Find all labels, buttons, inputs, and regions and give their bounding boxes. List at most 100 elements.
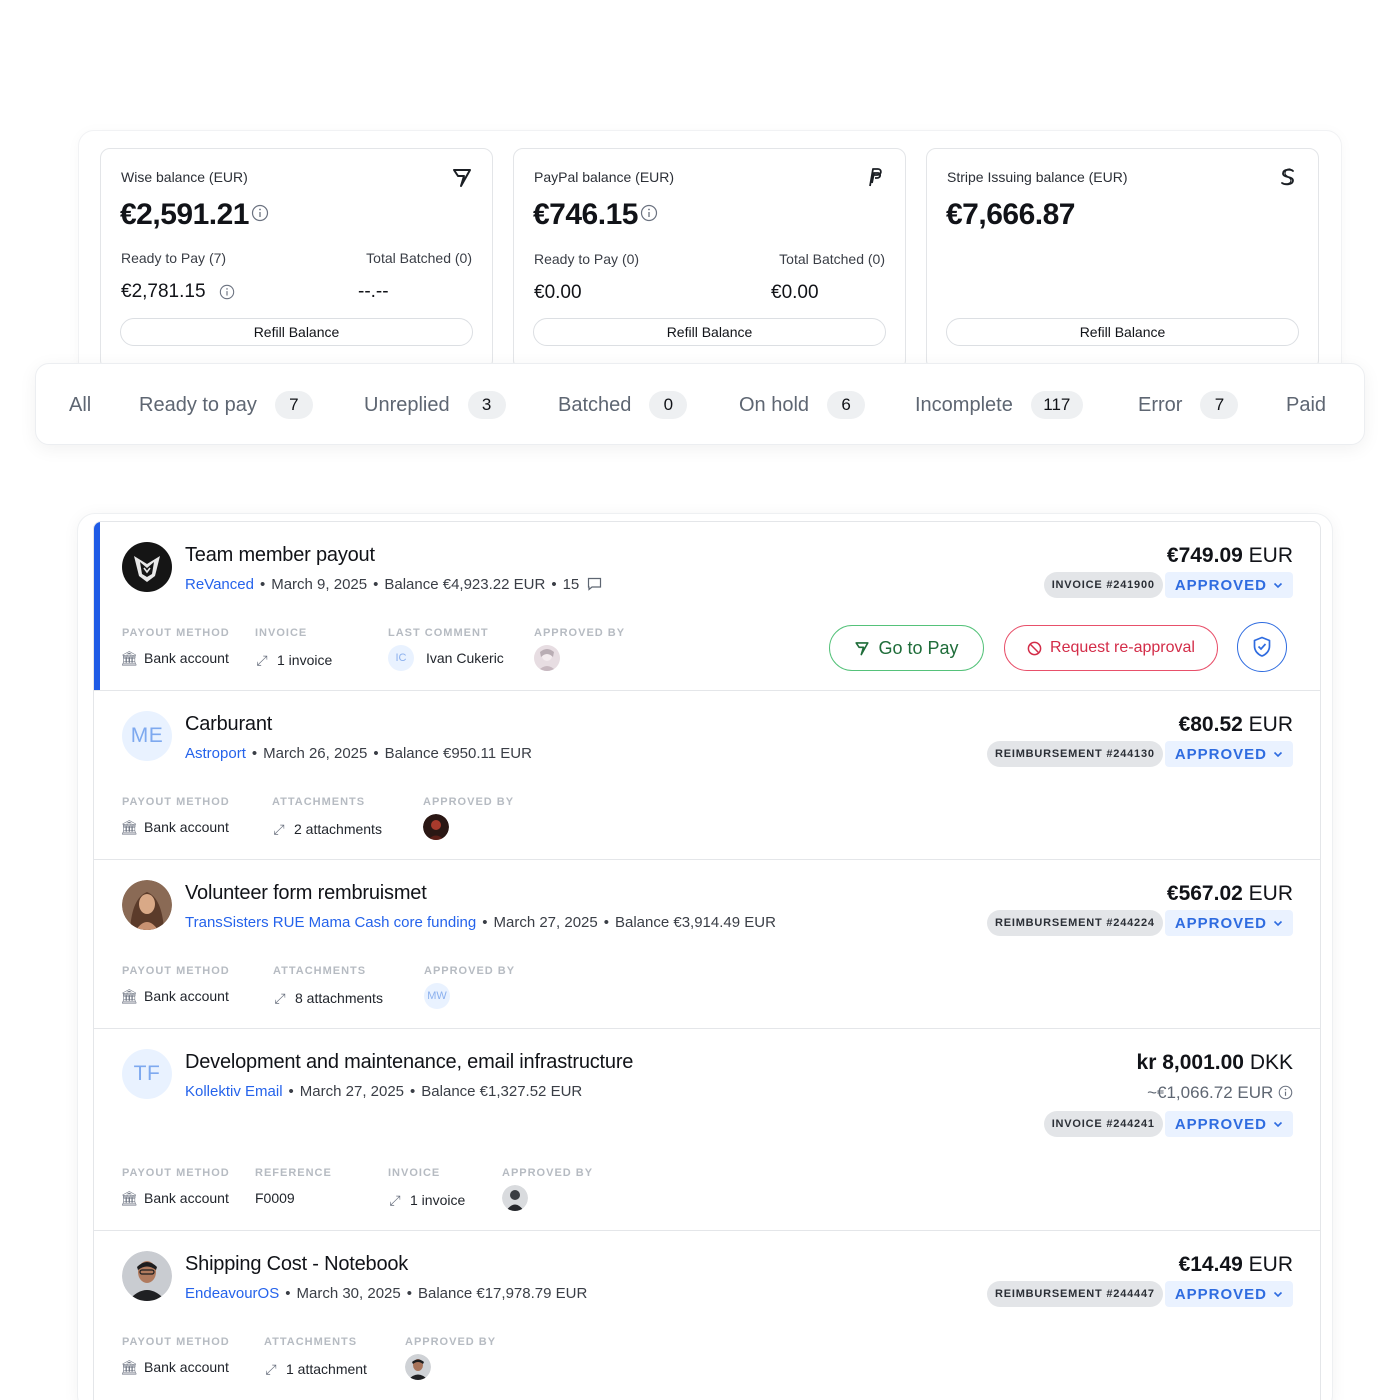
expense-row[interactable]: Team member payout ReVanced • March 9, 202… [94,522,1320,691]
ready-to-pay-label: Ready to Pay (0) [534,251,640,267]
collective-link[interactable]: EndeavourOS [185,1285,279,1302]
approved-by-field: APPROVED BY [502,1167,593,1211]
status-badge[interactable]: APPROVED [1164,741,1293,767]
security-check-button[interactable] [1237,622,1287,672]
invoice-link[interactable]: ⤢ 1 invoice [255,647,332,673]
approved-by-field: APPROVED BY MW [424,965,515,1009]
chevron-down-icon [1273,1291,1283,1297]
expense-amount: €14.49 EUR [1178,1253,1293,1276]
balance-amount: €7,666.87 [946,198,1075,231]
expense-badges: INVOICE #241900 APPROVED [1043,572,1293,598]
expense-title[interactable]: Development and maintenance, email infra… [185,1051,633,1074]
collective-balance: Balance €3,914.49 EUR [614,914,776,931]
total-batched-label: Total Batched (0) [366,250,472,266]
expand-icon: ⤢ [265,1360,277,1377]
approver-avatar[interactable] [534,645,560,671]
approver-avatar[interactable] [502,1185,528,1211]
expense-title[interactable]: Volunteer form rembruismet [185,882,427,905]
info-icon[interactable] [640,204,658,222]
ban-icon [1027,641,1042,655]
bank-icon: 🏛 [120,1189,138,1206]
tab-batched[interactable]: Batched 0 [558,364,688,446]
expense-title[interactable]: Carburant [185,713,272,736]
balance-amount: €746.15 [533,198,658,232]
expense-meta: Astroport • March 26, 2025 • Balance €950.11… [185,745,532,762]
tab-count: 117 [1030,391,1083,419]
last-comment[interactable]: IC Ivan Cukeric [388,645,504,671]
stripe-balance-card: Stripe Issuing balance (EUR) €7,666.87 R… [926,148,1319,370]
stripe-logo-icon [1281,168,1294,186]
expense-row[interactable]: TF Development and maintenance, email in… [94,1029,1320,1231]
avatar: ME [122,711,172,761]
reference-value: F0009 [255,1190,295,1206]
card-title: Stripe Issuing balance (EUR) [947,169,1128,185]
tab-count: 0 [649,391,688,419]
collective-link[interactable]: Kollektiv Email [185,1083,283,1100]
info-icon[interactable] [251,204,269,222]
ready-to-pay-label: Ready to Pay (7) [121,250,227,266]
go-to-pay-button[interactable]: Go to Pay [829,625,984,671]
tab-paid[interactable]: Paid [1286,364,1326,446]
approved-by-field: APPROVED BY [405,1336,496,1380]
collective-link[interactable]: Astroport [185,745,246,762]
total-batched-value: --.-- [358,281,389,302]
info-icon[interactable] [219,284,235,300]
refill-balance-button[interactable]: Refill Balance [120,318,473,346]
collective-balance: Balance €17,978.79 EUR [418,1285,588,1302]
invoice-link[interactable]: ⤢ 1 invoice [388,1187,465,1213]
status-badge[interactable]: APPROVED [1164,1111,1293,1137]
tab-incomplete[interactable]: Incomplete 117 [915,364,1083,446]
approver-avatar[interactable]: MW [424,983,450,1009]
expense-date: March 26, 2025 [263,745,368,762]
card-title: PayPal balance (EUR) [534,169,675,185]
attachments-link[interactable]: ⤢ 8 attachments [273,985,383,1011]
status-badge[interactable]: APPROVED [1164,572,1293,598]
tab-ready-to-pay[interactable]: Ready to pay 7 [139,364,313,446]
status-badge[interactable]: APPROVED [1164,910,1293,936]
tab-label: Incomplete [915,393,1013,416]
expense-title[interactable]: Shipping Cost - Notebook [185,1253,408,1276]
expense-amount: €80.52 EUR [1178,713,1293,736]
shield-check-icon [1253,636,1271,657]
expense-row[interactable]: Shipping Cost - Notebook EndeavourOS • Mar… [94,1231,1320,1400]
payout-method-field: PAYOUT METHOD 🏛 Bank account [120,796,230,835]
tab-unreplied[interactable]: Unreplied 3 [364,364,506,446]
request-reapproval-button[interactable]: Request re-approval [1004,625,1218,671]
expense-type-badge: INVOICE #244241 [1043,1111,1163,1137]
refill-balance-button[interactable]: Refill Balance [946,318,1299,346]
ready-to-pay-value: €0.00 [534,282,582,303]
avatar [122,880,172,930]
tab-count: 7 [274,391,313,419]
comment-icon [588,577,602,591]
collective-link[interactable]: ReVanced [185,576,254,593]
chevron-down-icon [1273,582,1283,588]
tab-label: Error [1138,393,1183,416]
approver-avatar[interactable] [405,1354,431,1380]
expense-type-badge: REIMBURSEMENT #244224 [986,910,1163,936]
expense-row[interactable]: ME Carburant Astroport • March 26, 2025 • Ba… [94,691,1320,860]
expense-type-badge: INVOICE #241900 [1043,572,1163,598]
expense-meta: TransSisters RUE Mama Cash core funding •… [185,914,776,931]
approver-avatar[interactable] [423,814,449,840]
expense-row[interactable]: Volunteer form rembruismet TransSisters … [94,860,1320,1029]
expense-badges: INVOICE #244241 APPROVED [1043,1111,1293,1137]
info-icon[interactable] [1278,1085,1293,1100]
expense-badges: REIMBURSEMENT #244447 APPROVED [986,1281,1293,1307]
attachments-link[interactable]: ⤢ 1 attachment [264,1356,367,1382]
total-batched-label: Total Batched (0) [779,251,885,267]
tab-label: On hold [739,393,810,416]
collective-link[interactable]: TransSisters RUE Mama Cash core funding [185,914,476,931]
refill-balance-button[interactable]: Refill Balance [533,318,886,346]
tab-all[interactable]: All [69,364,91,446]
expense-title[interactable]: Team member payout [185,544,375,567]
status-badge[interactable]: APPROVED [1164,1281,1293,1307]
tab-error[interactable]: Error 7 [1138,364,1239,446]
tab-on-hold[interactable]: On hold 6 [739,364,866,446]
balance-amount: €2,591.21 [120,198,269,232]
attachments-link[interactable]: ⤢ 2 attachments [272,816,382,842]
collective-balance: Balance €950.11 EUR [384,745,532,762]
wise-logo-icon [855,642,870,656]
bank-icon: 🏛 [120,818,138,835]
expense-date: March 27, 2025 [299,1083,405,1100]
expense-meta: ReVanced • March 9, 2025 • Balance €4,923.22… [185,576,602,593]
